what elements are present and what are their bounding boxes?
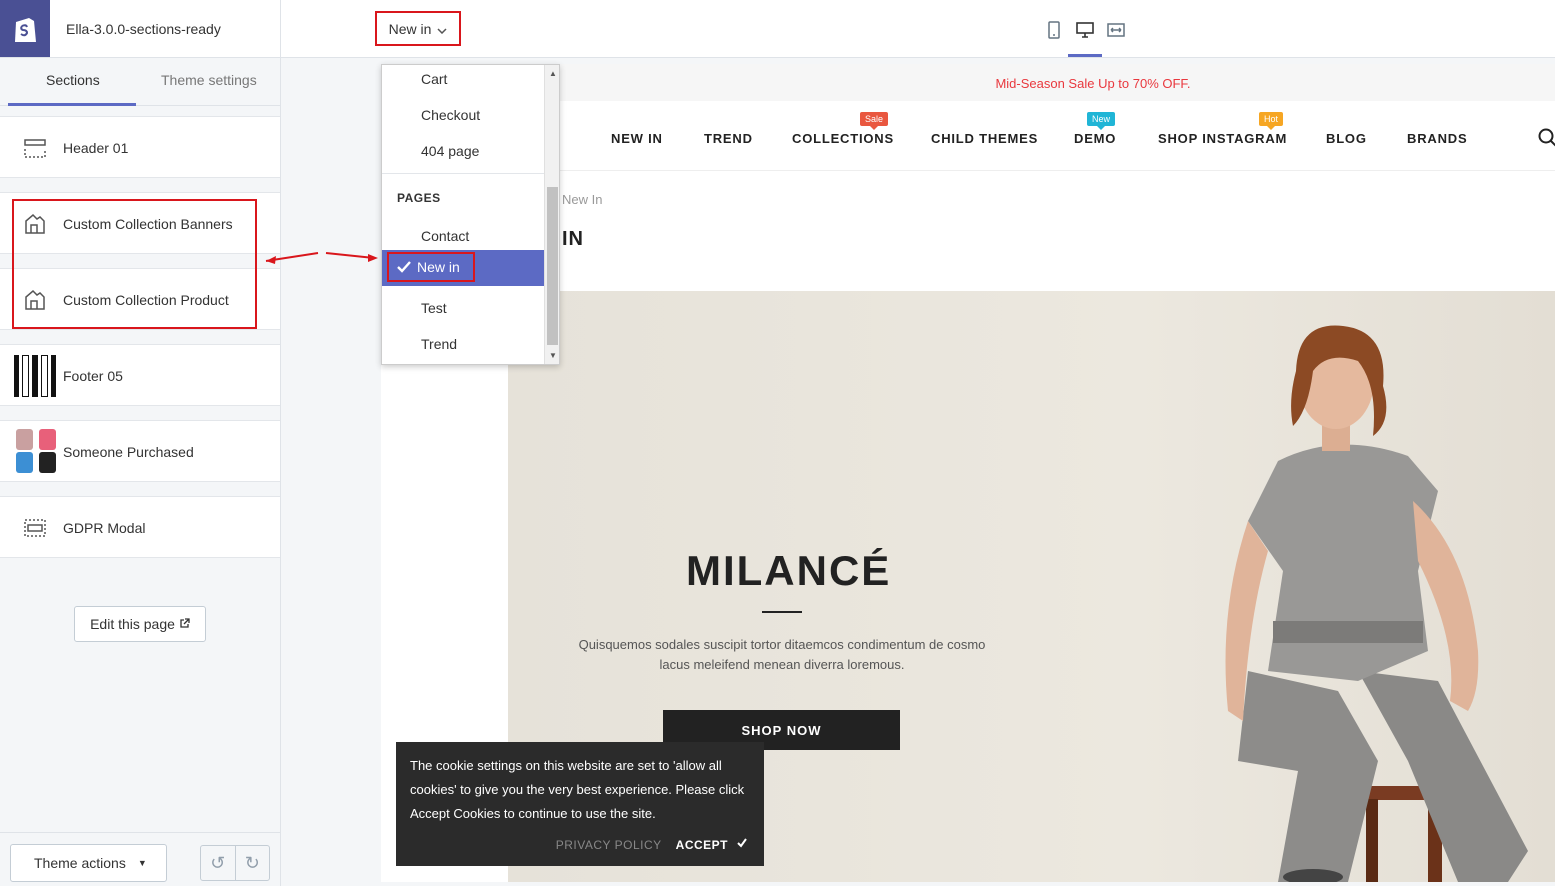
checkmark-icon [736, 837, 748, 852]
page-selector[interactable]: New in [375, 11, 461, 46]
dropdown-group-pages: PAGES [397, 191, 441, 205]
menu-item-brands[interactable]: BRANDS [1407, 131, 1467, 146]
dropdown-item-test[interactable]: Test [382, 290, 544, 326]
theme-actions-label: Theme actions [34, 855, 126, 871]
menu-item-trend[interactable]: TREND [704, 131, 753, 146]
dropdown-scrollbar[interactable]: ▲ ▼ [544, 65, 559, 364]
section-label: Someone Purchased [63, 444, 194, 460]
edit-page-button[interactable]: Edit this page [74, 606, 206, 642]
section-label: Footer 05 [63, 368, 123, 384]
dropdown-item-new-in[interactable]: New in [387, 252, 475, 282]
shopify-logo-icon[interactable] [0, 0, 50, 57]
dropdown-item-checkout[interactable]: Checkout [382, 97, 544, 133]
hero-model-image [1225, 325, 1528, 882]
privacy-policy-link[interactable]: PRIVACY POLICY [556, 838, 662, 852]
dropdown-item-cart[interactable]: Cart [382, 65, 544, 97]
tab-sections[interactable]: Sections [46, 72, 100, 88]
theme-actions-button[interactable]: Theme actions ▼ [10, 844, 167, 882]
product-thumbnail [16, 429, 56, 473]
section-label: GDPR Modal [63, 520, 146, 536]
sidebar-header: Ella-3.0.0-sections-ready [0, 0, 280, 58]
cookie-text: The cookie settings on this website are … [410, 758, 745, 821]
sidebar-footer: Theme actions ▼ ↺ ↻ [0, 832, 280, 886]
dropdown-item-trend[interactable]: Trend [382, 326, 544, 362]
editor-sidebar: Ella-3.0.0-sections-ready Sections Theme… [0, 0, 281, 886]
scroll-up-icon[interactable]: ▲ [549, 69, 557, 78]
modal-layout-icon [22, 515, 48, 541]
active-device-indicator [1068, 54, 1102, 57]
fullscreen-view-icon[interactable] [1106, 20, 1126, 40]
badge-new: New [1087, 112, 1116, 130]
undo-redo-group: ↺ ↻ [200, 845, 270, 881]
footer-thumbnail [14, 355, 56, 397]
accept-label: ACCEPT [675, 837, 728, 852]
edit-page-label: Edit this page [90, 616, 175, 632]
active-tab-indicator [8, 103, 136, 106]
section-label: Header 01 [63, 140, 129, 156]
check-icon [397, 261, 411, 273]
search-icon[interactable] [1537, 127, 1555, 147]
dropdown-item-contact[interactable]: Contact [382, 218, 544, 254]
dropdown-item-404[interactable]: 404 page [382, 133, 544, 169]
chevron-down-icon [437, 21, 447, 37]
cookie-banner: The cookie settings on this website are … [396, 742, 764, 866]
hero-text: Quisquemos sodales suscipit tortor ditae… [578, 637, 986, 672]
redo-icon[interactable]: ↻ [236, 846, 270, 880]
hero-title: MILANCÉ [686, 547, 892, 594]
sidebar-tabs: Sections Theme settings [0, 58, 280, 106]
external-link-icon [179, 616, 190, 632]
menu-item-demo[interactable]: DEMO [1074, 131, 1116, 146]
dropdown-item-label: New in [417, 259, 460, 275]
tab-theme-settings[interactable]: Theme settings [161, 72, 257, 88]
highlight-annotation-box [12, 199, 257, 329]
accept-cookies-button[interactable]: ACCEPT [676, 837, 748, 852]
section-item-gdpr-modal[interactable]: GDPR Modal [0, 496, 280, 558]
page-title: IN [562, 228, 584, 250]
badge-sale: Sale [860, 112, 889, 130]
scroll-down-icon[interactable]: ▼ [549, 351, 557, 360]
caret-down-icon: ▼ [137, 858, 147, 868]
menu-item-collections[interactable]: COLLECTIONS [792, 131, 894, 146]
section-item-header[interactable]: Header 01 [0, 116, 280, 178]
theme-name: Ella-3.0.0-sections-ready [66, 21, 221, 37]
scrollbar-thumb[interactable] [547, 187, 558, 345]
badge-hot: Hot [1259, 112, 1284, 130]
section-item-someone-purchased[interactable]: Someone Purchased [0, 420, 280, 482]
menu-item-shop-instagram[interactable]: SHOP INSTAGRAM [1158, 131, 1287, 146]
header-layout-icon [22, 135, 48, 161]
hero-divider [762, 611, 802, 613]
desktop-view-icon[interactable] [1075, 20, 1095, 40]
menu-item-child-themes[interactable]: CHILD THEMES [931, 131, 1038, 146]
editor-topbar: New in [281, 0, 1555, 58]
section-item-footer[interactable]: Footer 05 [0, 344, 280, 406]
annotation-arrow-icon [265, 252, 378, 264]
breadcrumb[interactable]: New In [562, 192, 602, 207]
mobile-view-icon[interactable] [1044, 20, 1064, 40]
page-selector-dropdown: Cart Checkout 404 page PAGES Contact New… [381, 64, 560, 365]
menu-item-new-in[interactable]: NEW IN [611, 131, 663, 146]
undo-icon[interactable]: ↺ [201, 846, 236, 880]
dropdown-divider [382, 173, 544, 174]
page-selector-value: New in [388, 20, 432, 37]
menu-item-blog[interactable]: BLOG [1326, 131, 1367, 146]
